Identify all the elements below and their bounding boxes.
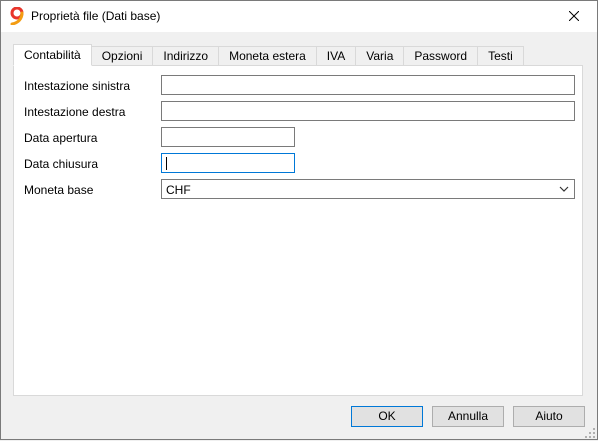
intestazione-destra-input[interactable] [161, 101, 575, 121]
tab-moneta-estera[interactable]: Moneta estera [219, 46, 317, 65]
title-bar[interactable]: Proprietà file (Dati base) [1, 1, 597, 32]
intestazione-destra-label: Intestazione destra [24, 105, 126, 119]
close-button[interactable] [551, 1, 597, 32]
tab-testi[interactable]: Testi [478, 46, 524, 65]
banana-app-icon [9, 6, 25, 26]
tab-panel-contabilita: Intestazione sinistra Intestazione destr… [13, 65, 583, 396]
dialog-window: Proprietà file (Dati base) Contabilità O… [0, 0, 598, 440]
annulla-button[interactable]: Annulla [432, 406, 504, 427]
tab-varia[interactable]: Varia [356, 46, 405, 65]
intestazione-sinistra-input[interactable] [161, 75, 575, 95]
close-icon [568, 10, 580, 24]
intestazione-sinistra-label: Intestazione sinistra [24, 79, 131, 93]
aiuto-button[interactable]: Aiuto [513, 406, 585, 427]
moneta-base-select[interactable]: CHF [161, 179, 575, 199]
window-title: Proprietà file (Dati base) [31, 9, 161, 23]
moneta-base-value: CHF [166, 183, 191, 197]
tab-iva[interactable]: IVA [316, 46, 357, 65]
moneta-base-label: Moneta base [24, 183, 94, 197]
data-apertura-input[interactable] [161, 127, 295, 147]
tab-strip: Contabilità Opzioni Indirizzo Moneta est… [13, 44, 524, 66]
tab-opzioni[interactable]: Opzioni [91, 46, 154, 65]
resize-grip-icon[interactable] [585, 427, 595, 438]
tab-password[interactable]: Password [404, 46, 479, 65]
data-chiusura-input[interactable] [161, 153, 295, 173]
data-apertura-label: Data apertura [24, 131, 98, 145]
text-caret [166, 157, 167, 170]
chevron-down-icon [558, 183, 570, 195]
ok-button[interactable]: OK [351, 406, 423, 427]
tab-contabilita[interactable]: Contabilità [13, 44, 92, 66]
tab-indirizzo[interactable]: Indirizzo [153, 46, 220, 65]
data-chiusura-label: Data chiusura [24, 157, 99, 171]
